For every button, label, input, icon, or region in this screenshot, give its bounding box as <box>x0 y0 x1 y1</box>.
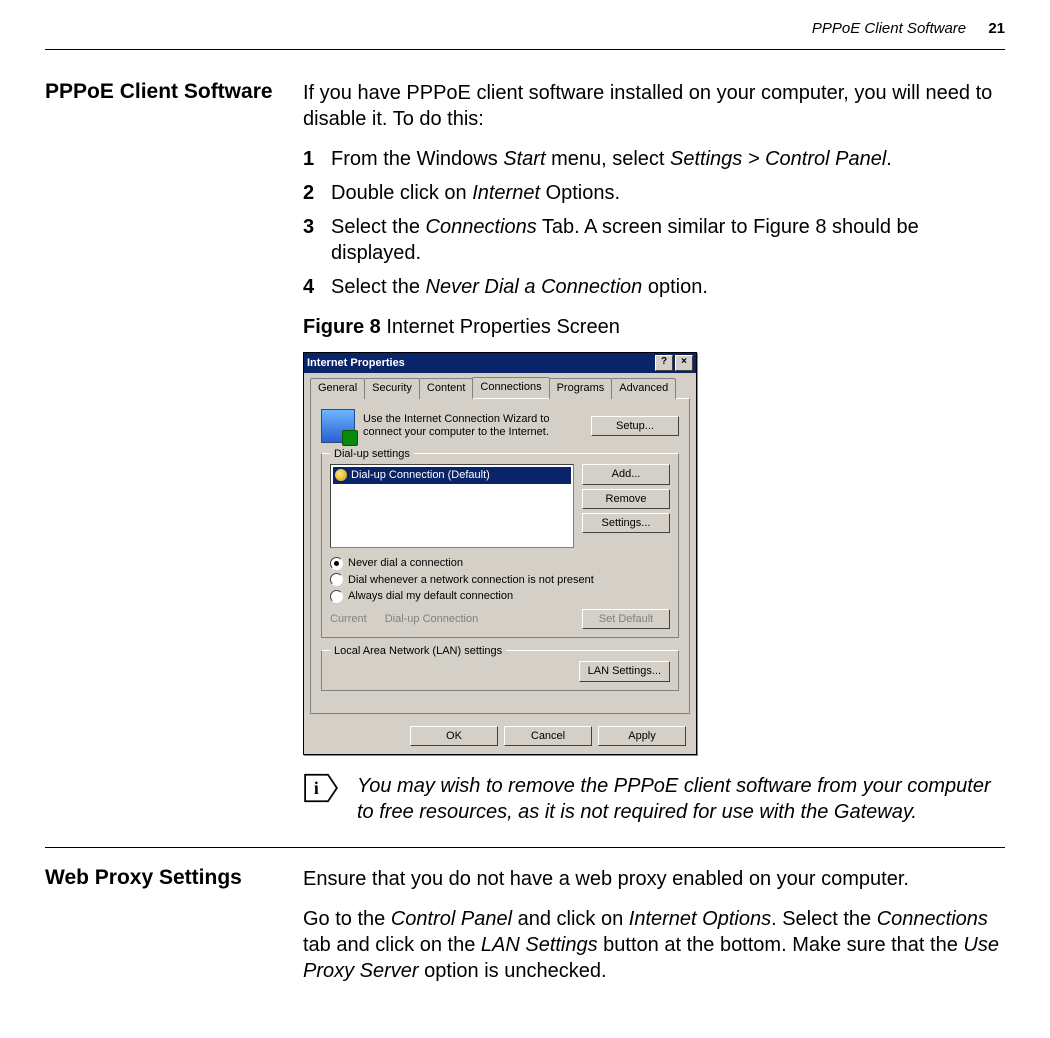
proxy-p2: Go to the Control Panel and click on Int… <box>303 906 1005 984</box>
radio-icon <box>330 573 343 586</box>
running-title: PPPoE Client Software <box>812 20 966 37</box>
step-1: 1 From the Windows Start menu, select Se… <box>303 146 1005 172</box>
radio-dial-when-no-net[interactable]: Dial whenever a network connection is no… <box>330 573 670 587</box>
running-header: PPPoE Client Software 21 <box>45 20 1005 37</box>
steps-list: 1 From the Windows Start menu, select Se… <box>303 146 1005 300</box>
dialup-connection-item[interactable]: Dial-up Connection (Default) <box>333 467 571 483</box>
dialup-listbox[interactable]: Dial-up Connection (Default) <box>330 464 574 548</box>
svg-text:i: i <box>314 778 319 798</box>
dialup-group: Dial-up Connection (Default) Add... Remo… <box>321 453 679 638</box>
tab-content[interactable]: Content <box>419 378 474 399</box>
connection-icon <box>335 469 347 481</box>
lan-group: LAN Settings... <box>321 650 679 690</box>
radio-always-dial[interactable]: Always dial my default connection <box>330 589 670 603</box>
dialog-buttons: OK Cancel Apply <box>304 720 696 754</box>
radio-icon <box>330 590 343 603</box>
figure-label: Figure 8 <box>303 316 381 338</box>
ok-button[interactable]: OK <box>410 726 498 746</box>
info-note: i You may wish to remove the PPPoE clien… <box>303 773 1005 825</box>
intro-text: If you have PPPoE client software instal… <box>303 80 1005 132</box>
info-icon: i <box>303 773 339 803</box>
cancel-button[interactable]: Cancel <box>504 726 592 746</box>
wizard-text: Use the Internet Connection Wizard to co… <box>363 413 583 441</box>
settings-button[interactable]: Settings... <box>582 513 670 533</box>
section-rule <box>45 847 1005 848</box>
section-web-proxy: Web Proxy Settings Ensure that you do no… <box>45 866 1005 998</box>
top-rule <box>45 49 1005 50</box>
tab-connections[interactable]: Connections <box>472 377 549 398</box>
dial-radios: Never dial a connection Dial whenever a … <box>330 556 670 603</box>
step-4: 4 Select the Never Dial a Connection opt… <box>303 274 1005 300</box>
internet-properties-dialog: Internet Properties ? × General Security… <box>303 352 697 755</box>
step-3: 3 Select the Connections Tab. A screen s… <box>303 214 1005 266</box>
wizard-icon <box>321 409 355 443</box>
dialog-titlebar: Internet Properties ? × <box>304 353 696 373</box>
tab-general[interactable]: General <box>310 378 365 399</box>
dialog-tabs: General Security Content Connections Pro… <box>304 373 696 398</box>
add-button[interactable]: Add... <box>582 464 670 484</box>
tab-security[interactable]: Security <box>364 378 420 399</box>
close-button[interactable]: × <box>675 355 693 371</box>
section-body: If you have PPPoE client software instal… <box>303 80 1005 825</box>
current-row: Current Dial-up Connection Set Default <box>330 609 670 629</box>
lan-settings-button[interactable]: LAN Settings... <box>579 661 670 681</box>
apply-button[interactable]: Apply <box>598 726 686 746</box>
step-2: 2 Double click on Internet Options. <box>303 180 1005 206</box>
section-pppoe: PPPoE Client Software If you have PPPoE … <box>45 80 1005 825</box>
tab-advanced[interactable]: Advanced <box>611 378 676 399</box>
page-number: 21 <box>988 20 1005 37</box>
radio-icon <box>330 557 343 570</box>
info-note-text: You may wish to remove the PPPoE client … <box>357 773 1005 825</box>
current-label: Current <box>330 612 367 626</box>
setup-button[interactable]: Setup... <box>591 416 679 436</box>
set-default-button[interactable]: Set Default <box>582 609 670 629</box>
proxy-p1: Ensure that you do not have a web proxy … <box>303 866 1005 892</box>
section-title: PPPoE Client Software <box>45 80 275 104</box>
radio-never-dial[interactable]: Never dial a connection <box>330 556 670 570</box>
current-value: Dial-up Connection <box>385 612 479 626</box>
remove-button[interactable]: Remove <box>582 489 670 509</box>
section-body: Ensure that you do not have a web proxy … <box>303 866 1005 998</box>
help-button[interactable]: ? <box>655 355 673 371</box>
tab-programs[interactable]: Programs <box>549 378 613 399</box>
tab-panel-connections: Use the Internet Connection Wizard to co… <box>310 398 690 713</box>
section-title: Web Proxy Settings <box>45 866 275 890</box>
dialog-title: Internet Properties <box>307 356 653 370</box>
figure-caption: Figure 8 Internet Properties Screen <box>303 314 1005 340</box>
